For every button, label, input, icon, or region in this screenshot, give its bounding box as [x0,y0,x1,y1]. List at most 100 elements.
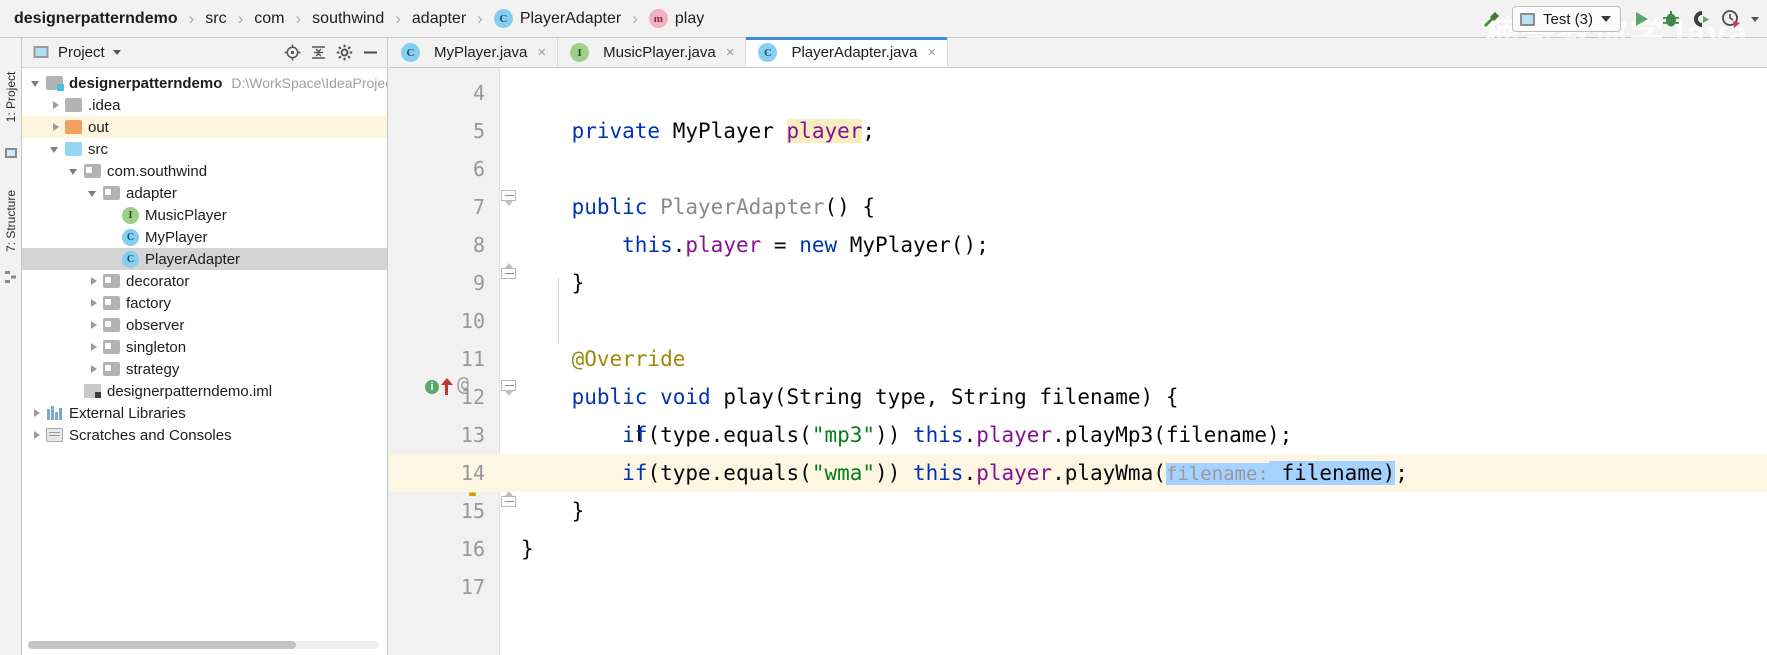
code-line[interactable]: 14 if(type.equals("wma")) this.player.pl… [389,454,1767,492]
tree-expand-arrow-icon[interactable] [49,99,62,112]
code-line[interactable]: 4 [389,74,1767,112]
editor-tab-myplayer-java[interactable]: C MyPlayer.java × [389,38,559,67]
tree-node-external-libraries[interactable]: External Libraries [22,402,387,424]
tree-node-singleton[interactable]: singleton [22,336,387,358]
tree-node-myplayer[interactable]: C MyPlayer [22,226,387,248]
project-tree[interactable]: designerpatterndemo D:\WorkSpace\IdeaProj… [22,69,387,633]
code-line[interactable]: 12 public void play(String type, String … [389,378,1767,416]
code-line[interactable]: 6 [389,150,1767,188]
profiler-icon[interactable] [1721,9,1741,29]
code-line[interactable]: 8 this.player = new MyPlayer(); [389,226,1767,264]
tree-node-designerpatterndemo[interactable]: designerpatterndemo D:\WorkSpace\IdeaProj… [22,72,387,94]
code-token: if [622,423,648,447]
tree-expand-arrow-icon[interactable] [87,341,100,354]
breadcrumb-separator: › [295,9,302,28]
code-editor[interactable]: i @ 45 private MyPlayer player; 6 7 public… [389,68,1767,655]
tree-node-com-southwind[interactable]: com.southwind [22,160,387,182]
tree-collapse-arrow-icon[interactable] [68,165,81,178]
collapse-all-icon[interactable] [309,44,327,62]
close-icon[interactable]: × [927,44,936,61]
code-token: "mp3" [811,423,876,447]
code-line[interactable]: 5 private MyPlayer player; [389,112,1767,150]
tree-expand-arrow-icon[interactable] [87,275,100,288]
tree-node-out[interactable]: out [22,116,387,138]
close-icon[interactable]: × [726,44,735,61]
code-line[interactable]: 13 if(type.equals("mp3")) this.player.pl… [389,416,1767,454]
code-line-text: } [521,499,585,523]
tree-expand-arrow-icon[interactable] [87,297,100,310]
project-tree-hscrollbar-thumb[interactable] [28,641,296,649]
run-icon[interactable] [1631,9,1651,29]
tree-expand-arrow-icon[interactable] [30,407,43,420]
code-token: . [963,423,977,447]
tree-expand-arrow-icon[interactable] [30,429,43,442]
code-line[interactable]: 16} [389,530,1767,568]
editor-tab-playeradapter-java[interactable]: C PlayerAdapter.java × [746,37,949,67]
toolbar-overflow-caret-icon[interactable] [1751,16,1759,22]
code-line[interactable]: 10 [389,302,1767,340]
tree-node-src[interactable]: src [22,138,387,160]
hide-panel-icon[interactable] [361,44,379,62]
tree-node-observer[interactable]: observer [22,314,387,336]
line-number: 15 [460,499,485,523]
project-tool-window: Project designerpatterndemo D:\WorkSpace… [22,38,388,655]
tree-node-scratches-and-consoles[interactable]: Scratches and Consoles [22,424,387,446]
code-line[interactable]: 15 } [389,492,1767,530]
tool-window-project-label[interactable]: 1: Project [4,58,18,136]
iml-file-icon [84,384,101,398]
line-number: 17 [460,575,485,599]
folder-icon [65,98,82,112]
tree-expand-arrow-icon[interactable] [49,121,62,134]
class-badge-icon: C [493,9,513,28]
locate-icon[interactable] [283,44,301,62]
tree-node-musicplayer[interactable]: I MusicPlayer [22,204,387,226]
breadcrumb-item-src[interactable]: src [205,10,226,28]
code-token: ; [1395,461,1408,485]
tree-node-label: decorator [126,272,190,290]
code-line[interactable]: 7 public PlayerAdapter() { [389,188,1767,226]
project-view-chevron-down-icon[interactable] [112,50,121,55]
close-icon[interactable]: × [537,44,546,61]
breadcrumb-item-southwind[interactable]: southwind [312,10,384,28]
code-line[interactable]: 11 @Override [389,340,1767,378]
tree-collapse-arrow-icon[interactable] [30,77,43,90]
editor-tab-label: MyPlayer.java [434,44,528,61]
run-configuration-selector[interactable]: Test (3) [1511,6,1621,32]
editor-tab-musicplayer-java[interactable]: I MusicPlayer.java × [558,38,747,67]
debug-icon[interactable] [1661,9,1681,29]
tree-node-decorator[interactable]: decorator [22,270,387,292]
tree-expand-arrow-icon[interactable] [87,319,100,332]
code-line[interactable]: 17 [389,568,1767,606]
tree-node-playeradapter[interactable]: C PlayerAdapter [22,248,387,270]
tree-collapse-arrow-icon[interactable] [87,187,100,200]
breadcrumb-item-playeradapter[interactable]: C PlayerAdapter [493,9,621,28]
tree-expand-arrow-icon[interactable] [87,363,100,376]
code-token: .playWma( [1052,461,1166,485]
tool-window-structure-label[interactable]: 7: Structure [4,182,18,260]
tree-node-strategy[interactable]: strategy [22,358,387,380]
breadcrumb-item-com[interactable]: com [254,10,284,28]
hammer-icon[interactable] [1480,8,1502,30]
code-token: player [976,461,1053,485]
tree-node-adapter[interactable]: adapter [22,182,387,204]
code-line[interactable]: 9 } [389,264,1767,302]
package-icon [103,274,120,288]
class-badge-icon: C [122,250,139,268]
line-number: 4 [472,81,485,105]
tree-collapse-arrow-icon[interactable] [49,143,62,156]
run-with-coverage-icon[interactable] [1691,9,1711,29]
tree-node-designerpatterndemo-iml[interactable]: designerpatterndemo.iml [22,380,387,402]
interface-badge-icon: I [122,206,139,224]
line-number: 9 [472,271,485,295]
breadcrumb-item-designerpatterndemo[interactable]: designerpatterndemo [14,10,178,28]
line-number: 8 [472,233,485,257]
settings-gear-icon[interactable] [335,44,353,62]
breadcrumb: designerpatterndemo › src › com › southwind › ad… [0,9,704,28]
breadcrumb-item-adapter[interactable]: adapter [412,10,466,28]
tree-node--idea[interactable]: .idea [22,94,387,116]
tree-node-factory[interactable]: factory [22,292,387,314]
breadcrumb-item-play[interactable]: m play [648,9,704,28]
